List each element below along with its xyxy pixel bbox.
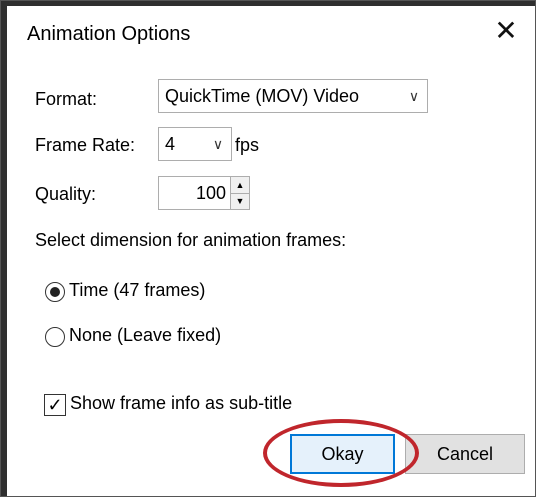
quality-spin-arrows[interactable]: ▲ ▼ — [230, 177, 249, 209]
animation-options-dialog: Animation Options ✕ Format: QuickTime (M… — [0, 0, 536, 497]
frame-rate-label: Frame Rate: — [35, 135, 136, 155]
frame-rate-unit: fps — [235, 135, 260, 155]
frame-rate-selected-value: 4 — [165, 133, 176, 154]
dimension-section-label: Select dimension for animation frames: — [35, 230, 347, 250]
okay-button[interactable]: Okay — [290, 434, 395, 474]
chevron-down-icon: ∨ — [408, 87, 420, 104]
none-radio-label[interactable]: None (Leave fixed) — [69, 325, 221, 346]
chevron-down-icon: ∨ — [212, 135, 224, 152]
quality-stepper[interactable]: 100 ▲ ▼ — [158, 176, 250, 210]
close-icon[interactable]: ✕ — [491, 16, 521, 46]
none-radio[interactable] — [45, 327, 65, 347]
cancel-button[interactable]: Cancel — [405, 434, 525, 474]
spin-down-icon[interactable]: ▼ — [231, 192, 249, 209]
time-radio[interactable] — [45, 282, 65, 302]
quality-value: 100 — [195, 182, 226, 203]
format-select[interactable]: QuickTime (MOV) Video ∨ — [158, 79, 428, 113]
show-frame-info-checkbox[interactable]: ✓ — [44, 394, 66, 416]
quality-label: Quality: — [35, 184, 97, 204]
format-selected-value: QuickTime (MOV) Video — [165, 85, 360, 106]
show-frame-info-label[interactable]: Show frame info as sub-title — [70, 393, 292, 414]
title-bar: Animation Options ✕ — [7, 6, 535, 60]
dialog-title: Animation Options — [27, 23, 191, 45]
spin-up-icon[interactable]: ▲ — [231, 177, 249, 193]
frame-rate-select[interactable]: 4 ∨ — [158, 127, 232, 161]
time-radio-label[interactable]: Time (47 frames) — [69, 280, 205, 301]
format-label: Format: — [35, 89, 98, 109]
